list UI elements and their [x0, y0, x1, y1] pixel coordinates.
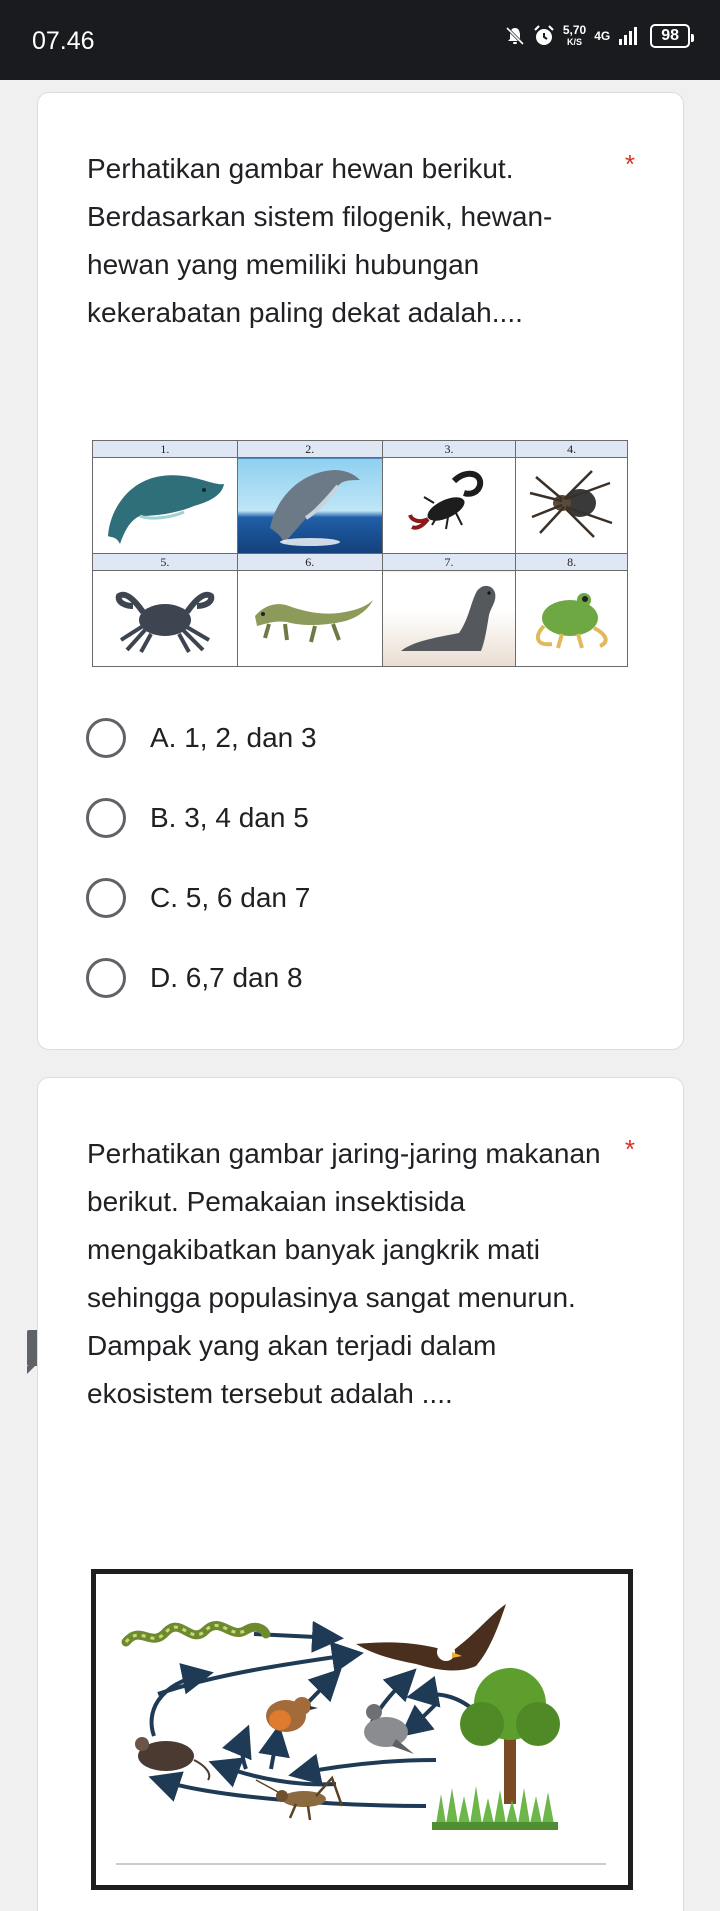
mute-bell-icon — [505, 26, 524, 46]
option-label: A. 1, 2, dan 3 — [150, 722, 317, 753]
iguana-image — [236, 570, 383, 667]
battery-icon: 98 — [650, 24, 694, 48]
frog-image — [515, 570, 628, 667]
dolphin-image — [236, 457, 383, 554]
radio-circle-icon[interactable] — [86, 718, 126, 758]
question-title: Perhatikan gambar jaring-jaring makanan … — [87, 1138, 601, 1409]
network-type: 4G — [594, 29, 611, 43]
crab-image — [92, 570, 238, 667]
required-asterisk: * — [624, 149, 635, 179]
signal-icon — [619, 27, 638, 45]
question-card-1: Perhatikan gambar hewan berikut. Berdasa… — [37, 92, 684, 1050]
sea-lion-image — [381, 570, 517, 667]
image-label: 8. — [515, 553, 628, 571]
pigeon-image — [364, 1704, 414, 1754]
status-icons: 5,70 K/S 4G 98 — [505, 23, 694, 48]
food-web-image — [91, 1569, 633, 1890]
image-label: 5. — [92, 553, 238, 571]
radio-circle-icon[interactable] — [86, 878, 126, 918]
option-label: C. 5, 6 dan 7 — [150, 882, 311, 913]
option-a[interactable]: A. 1, 2, dan 3 — [86, 698, 317, 778]
answer-options: A. 1, 2, dan 3 B. 3, 4 dan 5 C. 5, 6 dan… — [86, 698, 317, 1018]
image-label: 3. — [381, 440, 517, 458]
option-c[interactable]: C. 5, 6 dan 7 — [86, 858, 317, 938]
image-label: 1. — [92, 440, 238, 458]
status-time: 07.46 — [32, 27, 95, 55]
tree-image — [460, 1668, 560, 1804]
image-label: 4. — [515, 440, 628, 458]
status-bar: 07.46 5,70 K/S 4G 98 — [0, 0, 720, 80]
snake-image — [121, 1621, 271, 1647]
image-label: 6. — [236, 553, 383, 571]
eagle-image — [356, 1604, 506, 1671]
whale-image — [92, 457, 238, 554]
question-card-2: Perhatikan gambar jaring-jaring makanan … — [37, 1077, 684, 1911]
scorpion-image — [381, 457, 517, 554]
radio-circle-icon[interactable] — [86, 958, 126, 998]
animal-image-table: 1. 2. 3. 4. 5. 6. 7. 8. — [92, 440, 628, 667]
option-label: B. 3, 4 dan 5 — [150, 802, 309, 833]
image-label: 2. — [236, 440, 383, 458]
question-title: Perhatikan gambar hewan berikut. Berdasa… — [87, 153, 553, 328]
spider-image — [515, 457, 628, 554]
grass-image — [432, 1786, 558, 1830]
radio-circle-icon[interactable] — [86, 798, 126, 838]
option-d[interactable]: D. 6,7 dan 8 — [86, 938, 317, 1018]
image-label: 7. — [381, 553, 517, 571]
option-label: D. 6,7 dan 8 — [150, 962, 303, 993]
mouse-image — [135, 1737, 211, 1781]
network-speed: 5,70 K/S — [562, 23, 587, 47]
alarm-icon — [534, 25, 554, 45]
option-b[interactable]: B. 3, 4 dan 5 — [86, 778, 317, 858]
required-asterisk: * — [624, 1134, 635, 1164]
